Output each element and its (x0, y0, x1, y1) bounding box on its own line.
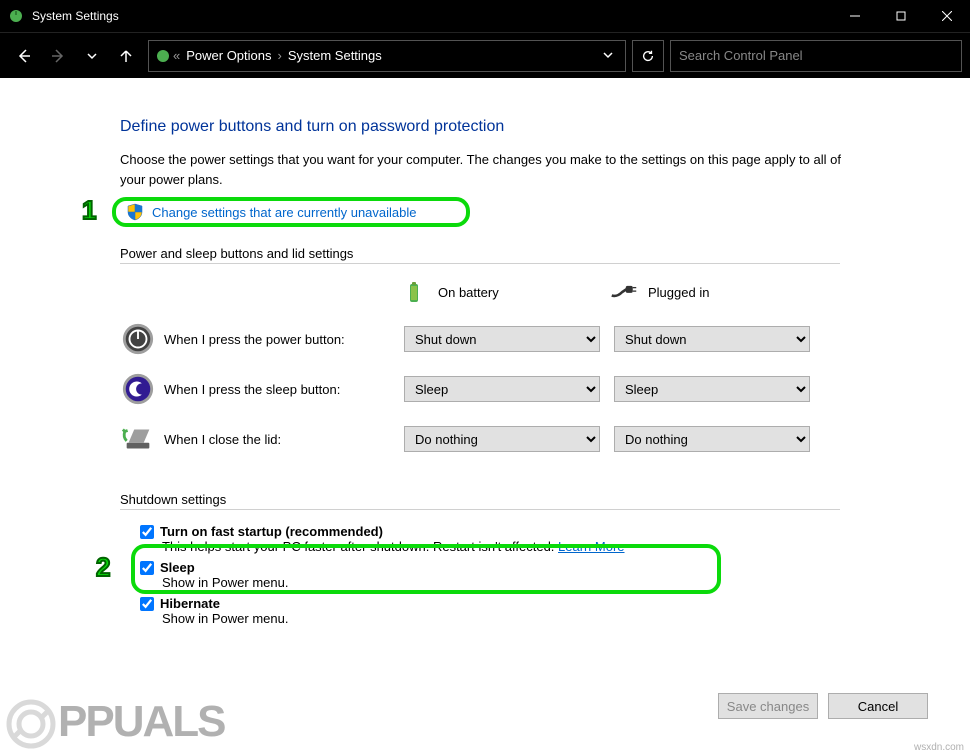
breadcrumb-prefix: « (171, 48, 182, 63)
buttons-section-header: Power and sleep buttons and lid settings (120, 246, 910, 261)
maximize-button[interactable] (878, 0, 924, 32)
back-button[interactable] (8, 40, 40, 72)
shutdown-section-header: Shutdown settings (120, 492, 910, 507)
power-button-icon (120, 321, 156, 357)
navbar: « Power Options › System Settings (0, 32, 970, 78)
change-settings-link[interactable]: Change settings that are currently unava… (126, 203, 417, 221)
fast-startup-checkbox[interactable] (140, 525, 154, 539)
save-button[interactable]: Save changes (718, 693, 818, 719)
sleep-button-icon (120, 371, 156, 407)
window-title: System Settings (32, 9, 832, 23)
hibernate-desc: Show in Power menu. (162, 611, 910, 626)
lid-plugged-select[interactable]: Do nothing (614, 426, 810, 452)
hibernate-label: Hibernate (160, 596, 220, 611)
change-settings-link-text[interactable]: Change settings that are currently unava… (152, 205, 417, 220)
watermark-logo: PPUALS (4, 697, 224, 751)
breadcrumb-sep: › (276, 48, 284, 63)
fast-startup-label: Turn on fast startup (recommended) (160, 524, 383, 539)
learn-more-link[interactable]: Learn More (558, 539, 624, 554)
shield-icon (126, 203, 144, 221)
content-area: Define power buttons and turn on passwor… (0, 78, 970, 626)
fast-startup-desc: This helps start your PC faster after sh… (162, 539, 558, 554)
page-intro: Choose the power settings that you want … (120, 150, 860, 189)
annotation-number-2: 2 (96, 552, 110, 583)
shutdown-divider (120, 509, 840, 510)
recent-dropdown[interactable] (76, 40, 108, 72)
lid-battery-select[interactable]: Do nothing (404, 426, 600, 452)
cancel-button[interactable]: Cancel (828, 693, 928, 719)
titlebar: System Settings (0, 0, 970, 32)
sleep-button-label: When I press the sleep button: (164, 382, 404, 397)
breadcrumb-system-settings[interactable]: System Settings (284, 48, 386, 63)
battery-label: On battery (438, 285, 499, 300)
minimize-button[interactable] (832, 0, 878, 32)
address-bar[interactable]: « Power Options › System Settings (148, 40, 626, 72)
plug-icon (610, 278, 638, 306)
watermark-site: wsxdn.com (914, 742, 964, 753)
sleep-desc: Show in Power menu. (162, 575, 910, 590)
hibernate-checkbox[interactable] (140, 597, 154, 611)
battery-icon (400, 278, 428, 306)
address-dropdown-icon[interactable] (603, 48, 613, 63)
power-button-label: When I press the power button: (164, 332, 404, 347)
lid-icon (120, 421, 156, 457)
sleep-button-row: When I press the sleep button: Sleep Sle… (120, 366, 910, 412)
page-title: Define power buttons and turn on passwor… (120, 118, 910, 136)
power-battery-select[interactable]: Shut down (404, 326, 600, 352)
lid-row: When I close the lid: Do nothing Do noth… (120, 416, 910, 462)
hibernate-item: Hibernate Show in Power menu. (140, 596, 910, 626)
power-button-row: When I press the power button: Shut down… (120, 316, 910, 362)
address-icon (155, 48, 171, 64)
bottom-bar: Save changes Cancel (718, 693, 928, 719)
forward-button[interactable] (42, 40, 74, 72)
search-box[interactable] (670, 40, 962, 72)
sleep-label: Sleep (160, 560, 195, 575)
sleep-checkbox[interactable] (140, 561, 154, 575)
section-divider (120, 263, 840, 264)
refresh-button[interactable] (632, 40, 664, 72)
battery-column-header: On battery (400, 278, 610, 306)
sleep-battery-select[interactable]: Sleep (404, 376, 600, 402)
annotation-number-1: 1 (82, 195, 96, 226)
plugged-label: Plugged in (648, 285, 709, 300)
close-button[interactable] (924, 0, 970, 32)
lid-label: When I close the lid: (164, 432, 404, 447)
plugged-column-header: Plugged in (610, 278, 820, 306)
sleep-item: Sleep Show in Power menu. (140, 560, 910, 590)
up-button[interactable] (110, 40, 142, 72)
fast-startup-item: Turn on fast startup (recommended) This … (140, 524, 910, 554)
power-plugged-select[interactable]: Shut down (614, 326, 810, 352)
app-icon (8, 8, 24, 24)
search-input[interactable] (679, 48, 953, 63)
breadcrumb-power-options[interactable]: Power Options (182, 48, 275, 63)
sleep-plugged-select[interactable]: Sleep (614, 376, 810, 402)
